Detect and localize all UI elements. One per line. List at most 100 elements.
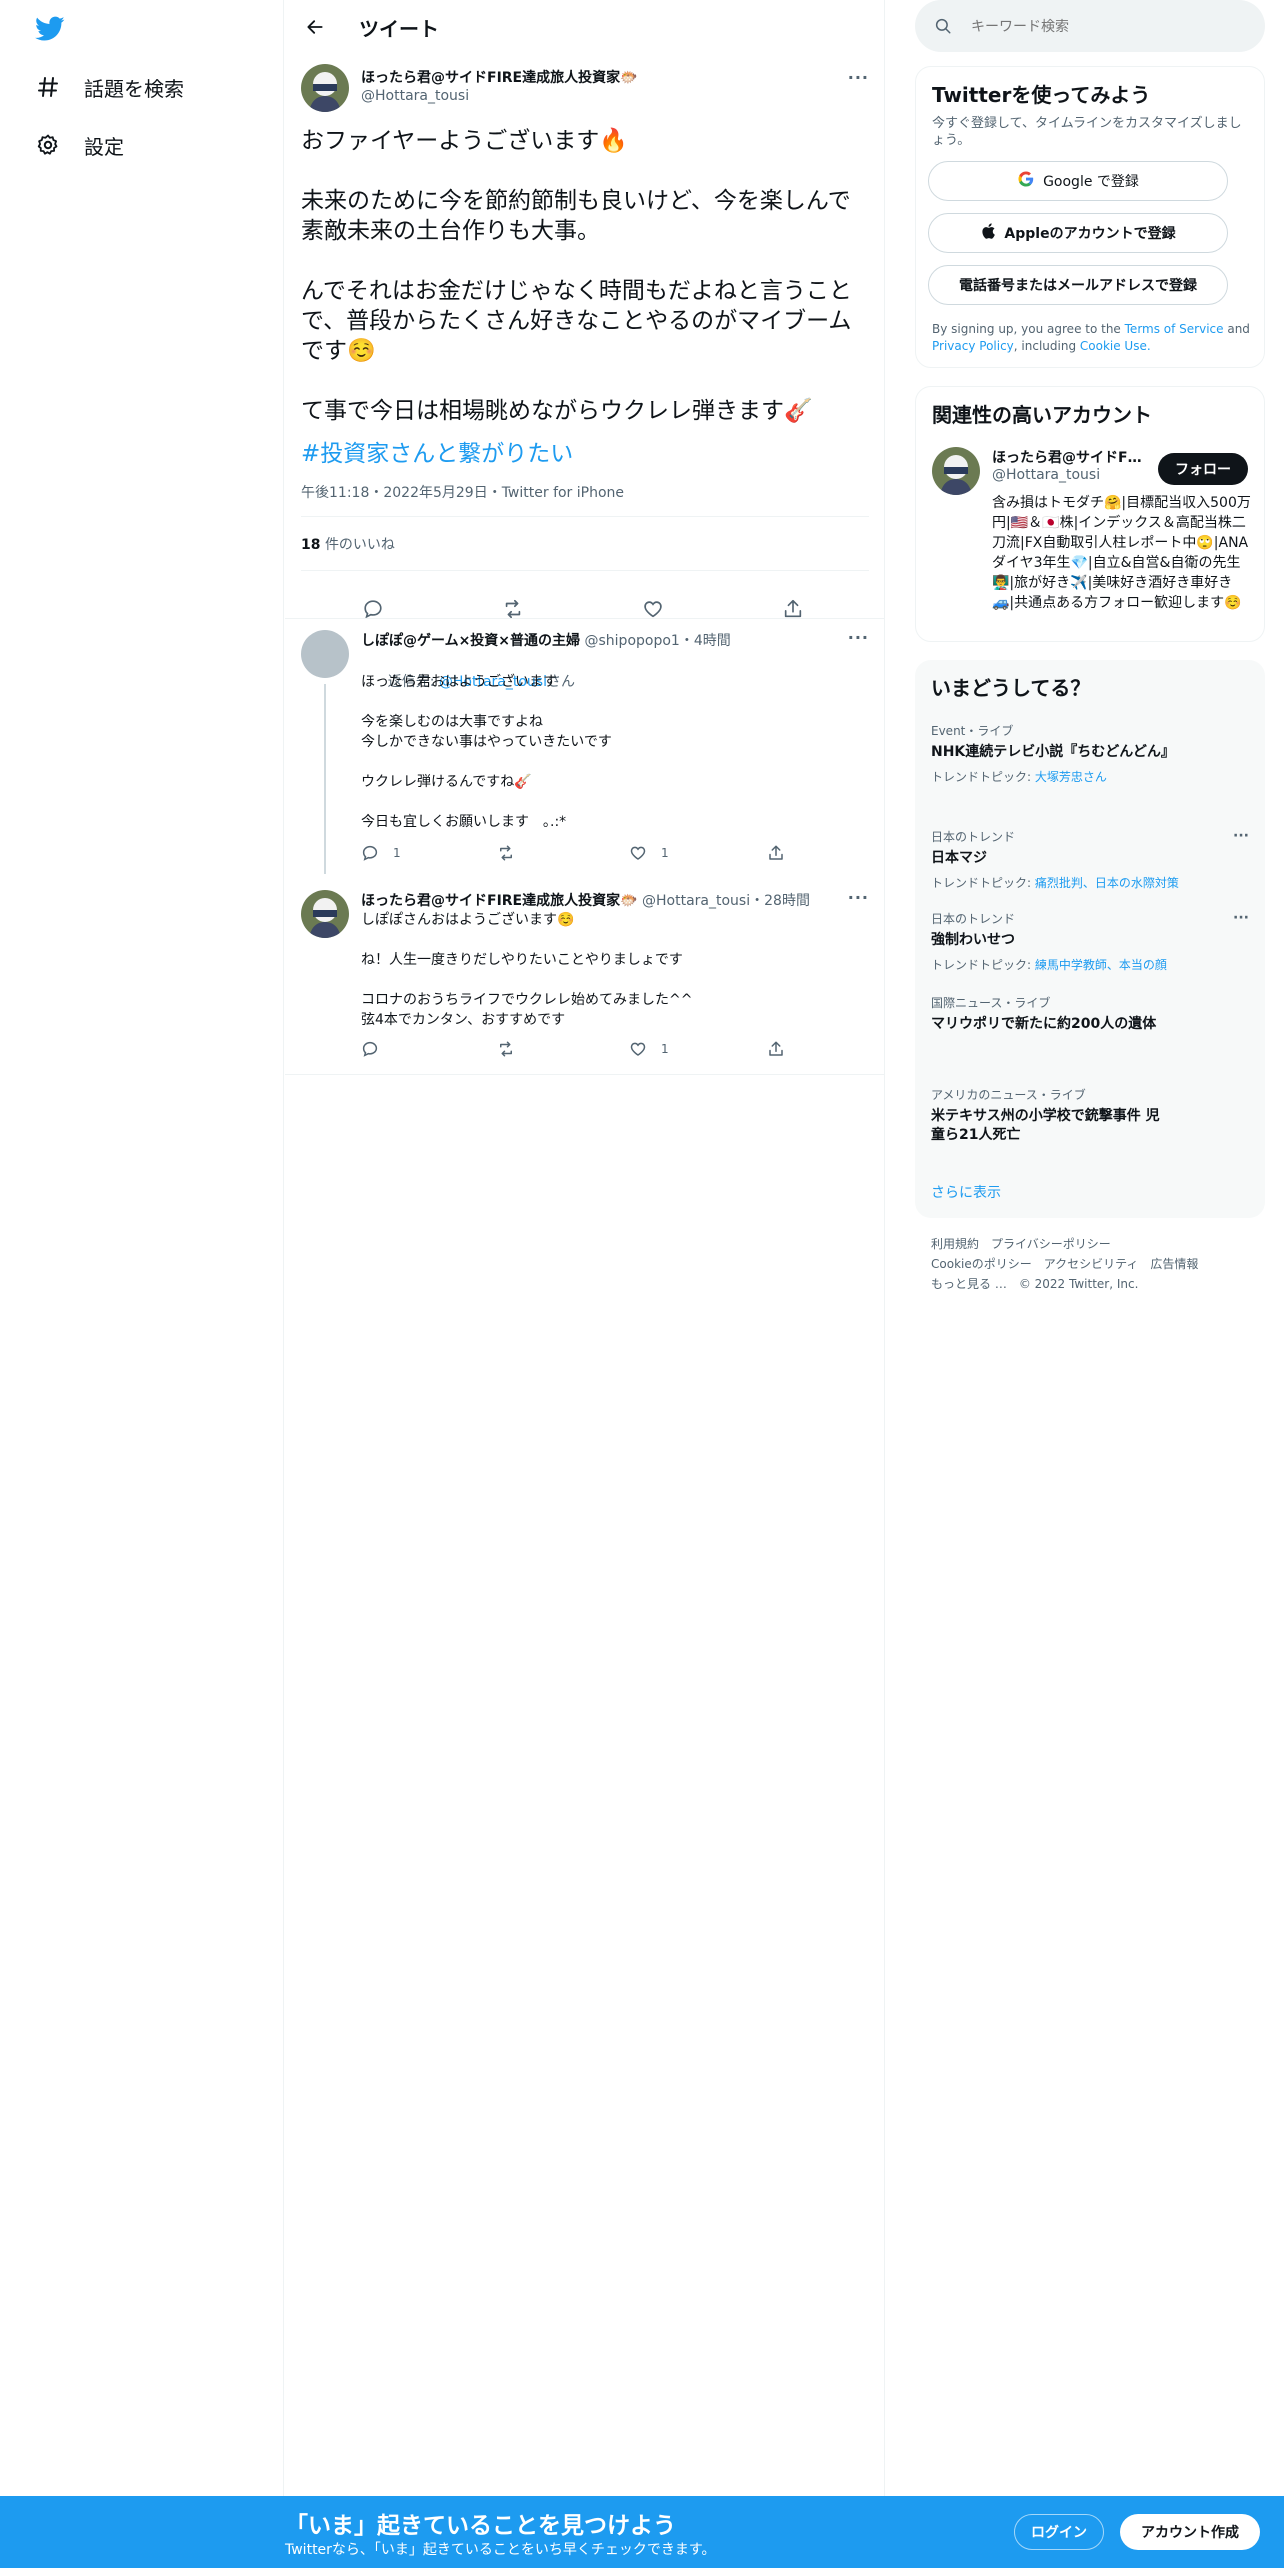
footer-cookie-link[interactable]: Cookieのポリシー (931, 1257, 1032, 1271)
nav-explore[interactable]: 話題を検索 (26, 62, 184, 112)
phone-email-signup-button[interactable]: 電話番号またはメールアドレスで登録 (928, 265, 1228, 305)
back-button[interactable] (295, 7, 335, 47)
trend-item[interactable]: ··· 日本のトレンド 強制わいせつ トレンドトピック: 練馬中学教師、本当の顔 (931, 910, 1249, 973)
search-box[interactable] (915, 0, 1265, 52)
heart-icon (630, 846, 646, 860)
trend-topics: トレンドトピック: 大塚芳忠さん (931, 768, 1249, 785)
reply-time[interactable]: ・4時間 (680, 633, 731, 649)
footer-ads-link[interactable]: 広告情報 (1150, 1257, 1198, 1271)
share-icon (784, 599, 802, 618)
share-icon (769, 845, 783, 860)
reply-text: ほったら君おはようございます 今を楽しむのは大事ですよね 今しかできない事はやっ… (361, 674, 612, 830)
trend-category: 国際ニュース・ライブ (931, 996, 1051, 1010)
share-button[interactable] (773, 589, 813, 629)
tweet-author-handle[interactable]: @Hottara_tousi (361, 88, 469, 104)
tweet-hashtag-link[interactable]: #投資家さんと繋がりたい (301, 434, 573, 468)
retweet-button[interactable] (493, 589, 533, 629)
trend-topic-prefix: トレンドトピック: (931, 876, 1035, 890)
reply-tweet: しぽぽ@ゲーム×投資×普通の主婦 @shipopopo1・4時間 ··· 返信先… (301, 628, 869, 880)
share-icon (769, 1041, 783, 1056)
trend-item[interactable]: ··· 日本のトレンド 日本マジ トレンドトピック: 痛烈批判、日本の水際対策 (931, 828, 1249, 891)
google-signup-button[interactable]: Google で登録 (928, 161, 1228, 201)
reply-author-name[interactable]: しぽぽ@ゲーム×投資×普通の主婦 (361, 633, 580, 649)
reply-author-handle[interactable]: @shipopopo1 (585, 633, 680, 649)
tweet-likes-stat[interactable]: 18 件のいいね (301, 534, 395, 554)
related-account-handle[interactable]: @Hottara_tousi (992, 467, 1100, 483)
reply-author-handle[interactable]: @Hottara_tousi (642, 893, 750, 909)
related-account-name[interactable]: ほったら君@サイドFIRE達成旅人投資家🐡 (992, 447, 1142, 467)
main-column: ツイート ほったら君@サイドFIRE達成旅人投資家🐡 @Hottara_tous… (285, 0, 885, 2496)
retweet-button[interactable] (497, 844, 529, 862)
reply-text: しぽぽさんおはようございます☺️ ね！人生一度きりだしやりたいことやりましょです… (361, 912, 693, 1028)
share-button[interactable] (767, 1040, 785, 1058)
reply-author-name[interactable]: ほったら君@サイドFIRE達成旅人投資家🐡 (361, 893, 638, 909)
avatar[interactable] (301, 64, 349, 112)
search-input[interactable] (971, 18, 1251, 34)
retweet-icon (500, 1041, 512, 1057)
trend-title: マリウポリで新たに約200人の遺体 (931, 1016, 1157, 1032)
bottom-bar-title: 「いま」起きていることを見つけよう (285, 2513, 676, 2539)
trends-card: いまどうしてる？ Event・ライブ NHK連続テレビ小説『ちむどんどん』 トレ… (915, 660, 1265, 1218)
footer-links: 利用規約 プライバシーポリシー Cookieのポリシー アクセシビリティ 広告情報 も… (931, 1234, 1251, 1294)
more-icon[interactable]: ··· (1233, 828, 1249, 844)
trend-topic-prefix: トレンドトピック: (931, 958, 1035, 972)
footer-accessibility-link[interactable]: アクセシビリティ (1044, 1257, 1139, 1271)
privacy-link[interactable]: Privacy Policy (932, 339, 1014, 353)
apple-signup-button[interactable]: Appleのアカウントで登録 (928, 213, 1228, 253)
trend-item[interactable]: アメリカのニュース・ライブ 米テキサス州の小学校で銃撃事件 児童ら21人死亡 (931, 1086, 1249, 1145)
footer-more-link[interactable]: もっと見る … (931, 1277, 1007, 1291)
nav-settings[interactable]: 設定 (26, 120, 124, 170)
reply-button[interactable] (361, 1040, 393, 1058)
follow-button[interactable]: フォロー (1158, 453, 1248, 485)
twitter-logo-icon[interactable] (30, 14, 70, 44)
signup-card: Twitterを使ってみよう 今すぐ登録して、タイムラインをカスタマイズしましょ… (915, 66, 1265, 368)
left-nav: 話題を検索 設定 (0, 0, 284, 2496)
main-header: ツイート (285, 0, 885, 54)
retweet-button[interactable] (497, 1040, 529, 1058)
create-account-button[interactable]: アカウント作成 (1120, 2514, 1260, 2550)
trend-item[interactable]: 国際ニュース・ライブ マリウポリで新たに約200人の遺体 (931, 994, 1249, 1034)
legal-and: and (1223, 322, 1250, 336)
tweet-timestamp[interactable]: 午後11:18・2022年5月29日・Twitter for iPhone (301, 482, 624, 502)
footer-terms-link[interactable]: 利用規約 (931, 1237, 979, 1251)
like-button[interactable]: 1 (629, 844, 669, 862)
reply-time[interactable]: ・28時間 (750, 893, 810, 909)
share-button[interactable] (767, 844, 785, 862)
retweet-icon (500, 845, 512, 861)
login-button[interactable]: ログイン (1014, 2514, 1104, 2550)
trend-topic-link[interactable]: 大塚芳忠さん (1035, 770, 1107, 784)
divider (301, 570, 869, 571)
avatar[interactable] (301, 630, 349, 678)
trend-topic-link[interactable]: 練馬中学教師、本当の顔 (1035, 958, 1167, 972)
like-button[interactable] (633, 589, 673, 629)
reply-button[interactable] (353, 589, 393, 629)
more-icon[interactable]: ··· (1233, 910, 1249, 926)
bottom-signup-bar: 「いま」起きていることを見つけよう Twitterなら、「いま」起きていることを… (0, 2496, 1284, 2568)
related-title: 関連性の高いアカウント (932, 403, 1152, 427)
more-icon[interactable]: ··· (848, 68, 869, 87)
divider (301, 516, 869, 517)
trend-topics: トレンドトピック: 練馬中学教師、本当の顔 (931, 956, 1249, 973)
reply-button[interactable]: 1 (361, 844, 401, 862)
trend-topic-link[interactable]: 痛烈批判、日本の水際対策 (1035, 876, 1179, 890)
trend-item[interactable]: Event・ライブ NHK連続テレビ小説『ちむどんどん』 トレンドトピック: 大… (931, 722, 1249, 785)
avatar[interactable] (932, 447, 980, 495)
cookie-link[interactable]: Cookie Use. (1080, 339, 1151, 353)
trend-title: NHK連続テレビ小説『ちむどんどん』 (931, 744, 1175, 760)
apple-icon (980, 222, 996, 244)
related-accounts-card: 関連性の高いアカウント ほったら君@サイドFIRE達成旅人投資家🐡 @Hotta… (915, 386, 1265, 642)
tweet-author-name[interactable]: ほったら君@サイドFIRE達成旅人投資家🐡 (361, 67, 638, 87)
footer-privacy-link[interactable]: プライバシーポリシー (991, 1237, 1111, 1251)
more-icon[interactable]: ··· (848, 888, 869, 907)
avatar[interactable] (301, 890, 349, 938)
hashtag-icon (26, 65, 70, 109)
search-icon (931, 14, 955, 38)
like-count: 1 (661, 846, 669, 860)
trend-topic-prefix: トレンドトピック: (931, 770, 1035, 784)
terms-link[interactable]: Terms of Service (1125, 322, 1224, 336)
show-more-link[interactable]: さらに表示 (931, 1182, 1001, 1202)
more-icon[interactable]: ··· (848, 628, 869, 647)
like-button[interactable]: 1 (629, 1040, 669, 1058)
signup-title: Twitterを使ってみよう (932, 83, 1151, 107)
reply-actions: 1 1 (361, 844, 801, 874)
